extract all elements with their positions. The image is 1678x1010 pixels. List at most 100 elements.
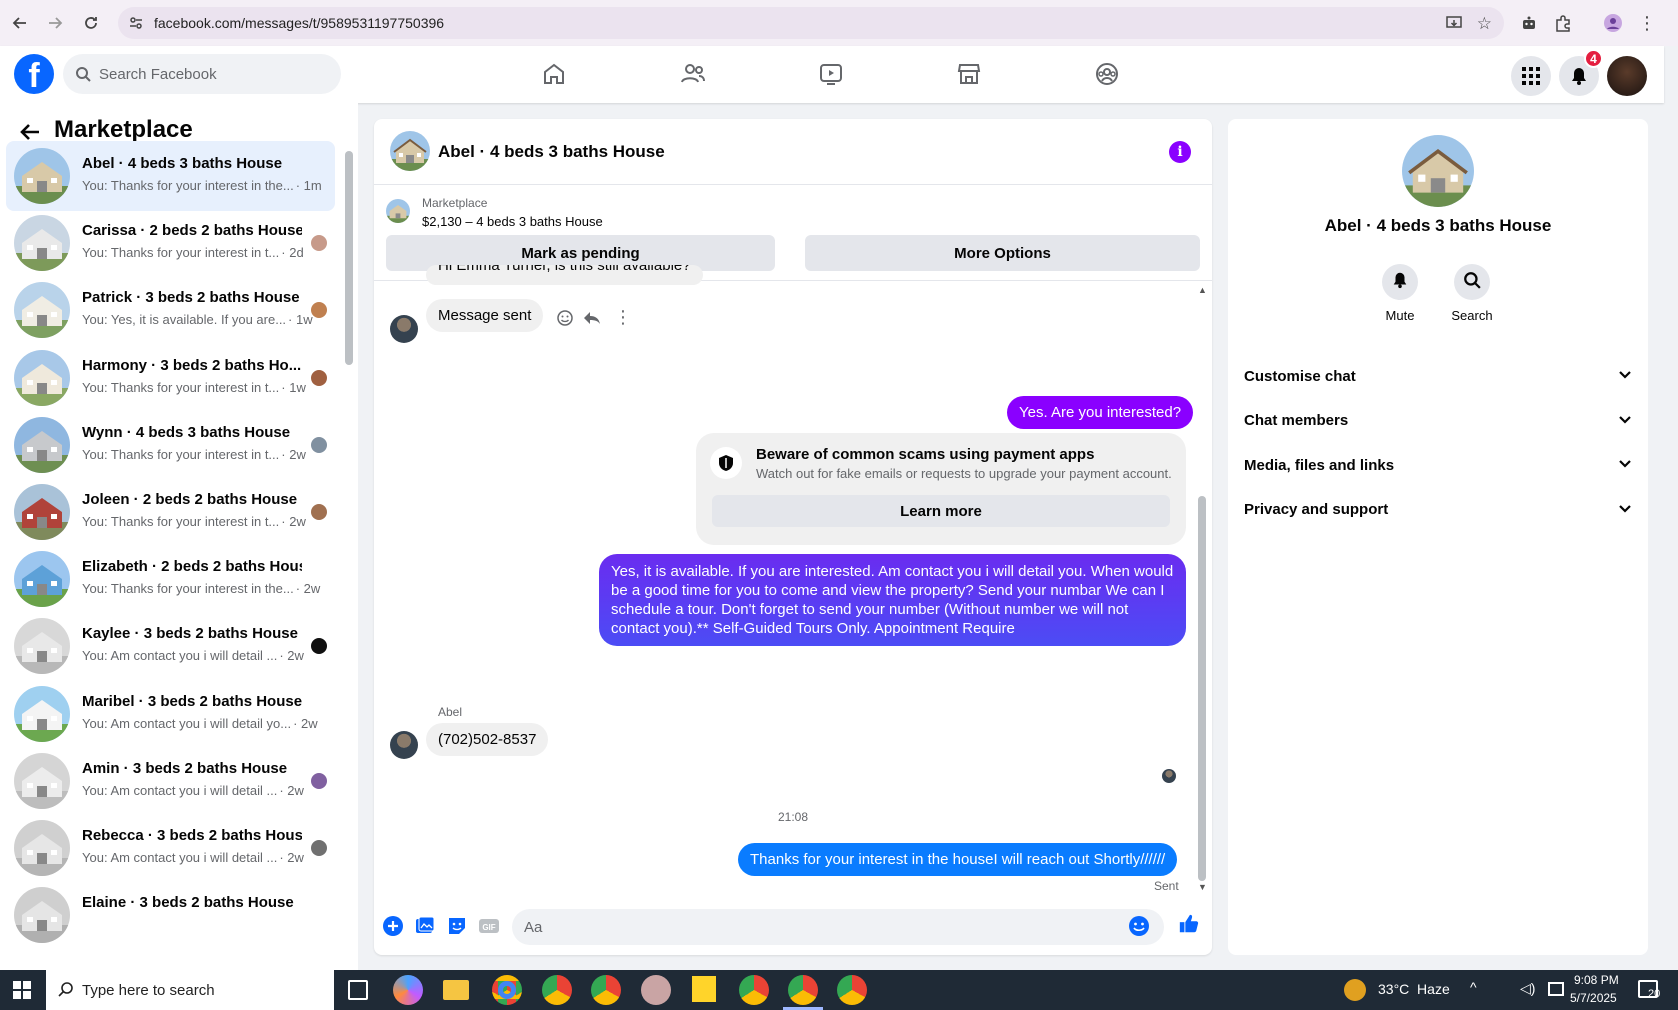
chrome-icon-1[interactable] — [492, 975, 522, 1005]
photo-icon[interactable] — [414, 915, 436, 937]
windows-taskbar: Type here to search 33°C Haze ^ ◁) 9:08 … — [0, 970, 1678, 1010]
partial-message: Hi Emma Turner, is this still available? — [426, 265, 703, 285]
bookmark-star-icon[interactable]: ☆ — [1477, 14, 1492, 34]
info-section-label: Customise chat — [1244, 367, 1356, 385]
scroll-up-arrow-icon[interactable]: ▲ — [1198, 285, 1207, 295]
search-in-chat-button[interactable]: Search — [1442, 264, 1502, 323]
scroll-down-arrow-icon[interactable]: ▼ — [1198, 882, 1207, 892]
conversation-item[interactable]: Amin · 3 beds 2 baths House You: Am conta… — [6, 746, 335, 816]
menu-grid-icon[interactable] — [1511, 56, 1551, 96]
listing-price-title[interactable]: $2,130 – 4 beds 3 baths House — [422, 214, 603, 229]
chrome-icon-active[interactable] — [788, 975, 818, 1005]
file-explorer-icon[interactable] — [443, 980, 469, 1000]
conversation-item[interactable]: Elaine · 3 beds 2 baths House — [6, 880, 335, 950]
conversation-preview: You: Thanks for your interest in t... · 2… — [82, 514, 306, 529]
task-view-icon[interactable] — [348, 980, 368, 1000]
facebook-logo-icon[interactable]: f — [14, 54, 54, 94]
gif-icon[interactable]: GIF — [478, 915, 500, 937]
react-emoji-icon[interactable] — [556, 309, 574, 332]
conversation-title: Elizabeth · 2 beds 2 baths House — [82, 558, 302, 576]
scam-warning-card: Beware of common scams using payment app… — [696, 433, 1186, 545]
sender-avatar[interactable] — [390, 315, 418, 343]
home-icon[interactable] — [524, 54, 584, 94]
more-options-button[interactable]: More Options — [805, 235, 1200, 271]
emoji-icon[interactable] — [1128, 915, 1150, 937]
chrome-profile-icon[interactable] — [1596, 7, 1630, 39]
chat-scrollbar[interactable] — [1198, 496, 1206, 881]
add-plus-icon[interactable] — [382, 915, 404, 937]
video-icon[interactable] — [801, 54, 861, 94]
conversation-item[interactable]: Abel · 4 beds 3 baths House You: Thanks f… — [6, 141, 335, 211]
facebook-search-box[interactable]: Search Facebook — [63, 54, 341, 94]
extension-robot-icon[interactable] — [1512, 7, 1546, 39]
sender-avatar[interactable] — [390, 731, 418, 759]
chrome-icon-5[interactable] — [837, 975, 867, 1005]
info-section-row[interactable]: Privacy and support — [1244, 490, 1632, 530]
friends-icon[interactable] — [663, 54, 723, 94]
tray-chevron-icon[interactable]: ^ — [1470, 979, 1477, 995]
chrome-icon-3[interactable] — [591, 975, 621, 1005]
extensions-puzzle-icon[interactable] — [1546, 7, 1580, 39]
message-bubble-sent[interactable]: Yes. Are you interested? — [1007, 396, 1194, 429]
install-icon[interactable] — [1446, 15, 1462, 36]
conversation-item[interactable]: Harmony · 3 beds 2 baths Ho... You: Thank… — [6, 343, 335, 413]
volume-icon[interactable]: ◁) — [1520, 980, 1535, 997]
sticker-icon[interactable] — [446, 915, 468, 937]
clock-date[interactable]: 5/7/2025 — [1570, 991, 1617, 1005]
message-bubble-sent-last[interactable]: Thanks for your interest in the houseI w… — [738, 843, 1178, 876]
reload-icon[interactable] — [74, 6, 108, 40]
groups-icon[interactable] — [1077, 54, 1137, 94]
conversation-item[interactable]: Joleen · 2 beds 2 baths House You: Thanks… — [6, 477, 335, 547]
copilot-icon[interactable] — [393, 975, 423, 1005]
taskbar-search-box[interactable]: Type here to search — [46, 970, 334, 1010]
chrome-menu-icon[interactable]: ⋮ — [1630, 7, 1664, 39]
conversation-info-icon[interactable]: i — [1169, 141, 1191, 163]
windows-start-icon[interactable] — [0, 970, 44, 1010]
message-bubble-phone[interactable]: (702)502-8537 — [426, 723, 549, 756]
conversation-item[interactable]: Maribel · 3 beds 2 baths House You: Am co… — [6, 679, 335, 749]
conversation-item[interactable]: Carissa · 2 beds 2 baths House You: Thank… — [6, 208, 335, 278]
conversation-item[interactable]: Patrick · 3 beds 2 baths House You: Yes, … — [6, 275, 335, 345]
info-section-label: Privacy and support — [1244, 501, 1389, 518]
magnifier-icon — [1463, 271, 1481, 294]
account-avatar[interactable] — [1607, 56, 1647, 96]
site-settings-icon[interactable] — [128, 15, 144, 36]
thumbs-up-icon[interactable] — [1178, 913, 1200, 935]
sticky-notes-icon[interactable] — [692, 976, 716, 1002]
buyer-avatar — [311, 235, 327, 252]
conversation-thumbnail — [14, 618, 70, 675]
sidebar-scrollbar[interactable] — [345, 151, 353, 365]
message-bubble-received[interactable]: Message sent — [426, 299, 544, 332]
conversation-item[interactable]: Wynn · 4 beds 3 baths House You: Thanks f… — [6, 410, 335, 480]
message-input[interactable] — [512, 909, 1164, 945]
info-section-label: Chat members — [1244, 412, 1349, 429]
app-icon-bird[interactable] — [641, 975, 671, 1005]
chrome-icon-2[interactable] — [542, 975, 572, 1005]
buyer-avatar — [311, 772, 327, 789]
chat-title[interactable]: Abel · 4 beds 3 baths House — [438, 142, 665, 162]
conversation-item[interactable]: Rebecca · 3 beds 2 baths House You: Am co… — [6, 813, 335, 883]
message-bubble-sent-long[interactable]: Yes, it is available. If you are interes… — [599, 554, 1186, 646]
network-icon[interactable] — [1548, 982, 1564, 996]
more-actions-icon[interactable]: ⋮ — [614, 307, 632, 328]
clock-time[interactable]: 9:08 PM — [1574, 973, 1619, 987]
chrome-icon-4[interactable] — [739, 975, 769, 1005]
reply-icon[interactable] — [583, 309, 601, 332]
conversation-item[interactable]: Kaylee · 3 beds 2 baths House You: Am con… — [6, 611, 335, 681]
marketplace-icon[interactable] — [939, 54, 999, 94]
forward-icon[interactable] — [38, 6, 72, 40]
address-bar[interactable]: facebook.com/messages/t/9589531197750396… — [118, 7, 1504, 39]
message-timestamp: 21:08 — [777, 810, 809, 824]
info-section-row[interactable]: Chat members — [1244, 401, 1632, 441]
taskbar-search-icon — [58, 981, 74, 1001]
mute-label: Mute — [1385, 308, 1415, 323]
info-section-row[interactable]: Customise chat — [1244, 356, 1632, 396]
info-section-row[interactable]: Media, files and links — [1244, 445, 1632, 485]
back-icon[interactable] — [3, 6, 37, 40]
conversation-item[interactable]: Elizabeth · 2 beds 2 baths House You: Tha… — [6, 544, 335, 614]
mute-button[interactable]: Mute — [1370, 264, 1430, 323]
learn-more-button[interactable]: Learn more — [712, 495, 1170, 527]
listing-thumbnail[interactable] — [390, 131, 430, 171]
weather-text[interactable]: 33°C Haze — [1378, 981, 1450, 997]
conversation-title: Patrick · 3 beds 2 baths House — [82, 289, 300, 307]
